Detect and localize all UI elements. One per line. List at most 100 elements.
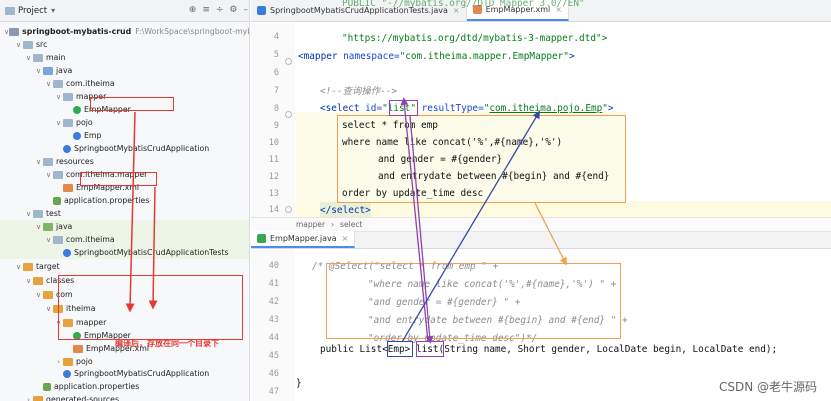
code-line-close-brace[interactable]: }	[296, 375, 302, 392]
project-icon	[5, 6, 15, 15]
tree-item-label: test	[46, 209, 61, 218]
code-line-mapper[interactable]: <mapper namespace="com.itheima.mapper.Em…	[298, 48, 575, 65]
chevron-down-icon[interactable]: ▾	[51, 6, 55, 15]
tree-item[interactable]: ∨ test	[0, 207, 249, 220]
cls-green-icon	[73, 105, 81, 114]
chevron-down-icon[interactable]: ∨	[54, 119, 63, 127]
chevron-down-icon[interactable]: ∨	[54, 93, 63, 101]
folder-orange-icon	[63, 357, 73, 366]
tree-item-label: generated-sources	[46, 395, 120, 401]
chevron-down-icon[interactable]: ∨	[24, 210, 33, 218]
chevron-right-icon[interactable]: ›	[24, 396, 33, 401]
chevron-down-icon[interactable]: ∨	[44, 236, 53, 244]
line-number: 7	[273, 86, 279, 96]
tree-item[interactable]: ∨ com.itheima	[0, 77, 249, 90]
tree-item[interactable]: › generated-sources	[0, 393, 249, 401]
chevron-down-icon[interactable]: ∨	[44, 305, 53, 313]
tree-item[interactable]: ∨ main	[0, 51, 249, 64]
tree-item[interactable]: application.properties	[0, 380, 249, 393]
folder-icon	[33, 53, 43, 62]
tree-item[interactable]: ∨ pojo	[0, 116, 249, 129]
xml-icon	[73, 344, 83, 353]
folder-icon	[63, 92, 73, 101]
line-number: 5	[273, 50, 279, 60]
highlight-source-empmapper	[90, 97, 174, 111]
tree-item[interactable]: ∨ springboot-mybatis-crud F:\WorkSpace\spr…	[0, 25, 249, 38]
breadcrumb-item[interactable]: select	[340, 220, 362, 229]
folder-icon	[23, 40, 33, 49]
tree-item-label: com.itheima	[66, 235, 115, 244]
tree-item[interactable]: ∨ src	[0, 38, 249, 51]
tree-item-label: src	[36, 40, 48, 49]
tree-item-label: java	[56, 66, 73, 75]
tree-item-label: Emp	[84, 131, 102, 140]
fold-icon[interactable]	[285, 58, 292, 65]
module-icon	[9, 27, 20, 36]
tab-label: EmpMapper.java	[270, 234, 337, 243]
chevron-down-icon[interactable]: ∨	[34, 223, 43, 231]
chevron-down-icon[interactable]: ∨	[24, 277, 33, 285]
folder-icon	[43, 157, 53, 166]
line-number: 13	[268, 189, 279, 199]
tree-item[interactable]: Emp	[0, 129, 249, 142]
tree-item-label: SpringbootMybatisCrudApplicationTests	[74, 248, 229, 257]
line-number: 11	[268, 155, 279, 165]
line-number: 8	[273, 104, 279, 114]
chevron-down-icon[interactable]: ∨	[14, 41, 23, 49]
folder-orange-icon	[23, 262, 33, 271]
tree-item[interactable]: ∨ resources	[0, 155, 249, 168]
annotation-label: 编译后，存放在同一个目录下	[115, 339, 219, 348]
close-icon[interactable]: ×	[342, 234, 349, 243]
highlight-source-xml	[80, 172, 157, 186]
chevron-down-icon[interactable]: ∨	[34, 291, 43, 299]
line-number: 10	[268, 138, 279, 148]
folder-green-icon	[43, 222, 53, 231]
chevron-right-icon[interactable]: ›	[54, 358, 63, 366]
tree-item[interactable]: ∨ java	[0, 64, 249, 77]
highlight-return-type	[387, 341, 413, 357]
globe-icon[interactable]: ⊕	[189, 5, 197, 15]
code-line-comment[interactable]: <!--查询操作-->	[320, 83, 397, 100]
chevron-down-icon[interactable]: ∨	[34, 158, 43, 166]
tree-item[interactable]: ∨ com.itheima	[0, 233, 249, 246]
tree-item[interactable]: ∨ java	[0, 220, 249, 233]
chevron-down-icon[interactable]: ∨	[24, 54, 33, 62]
tree-item-label: application.properties	[54, 382, 140, 391]
tree-item-label: springboot-mybatis-crud	[22, 27, 132, 36]
chevron-down-icon[interactable]: ∨	[44, 171, 53, 179]
highlight-java-sql	[326, 263, 621, 339]
tree-item[interactable]: SpringbootMybatisCrudApplication	[0, 142, 249, 155]
chevron-down-icon[interactable]: ∨	[14, 263, 23, 271]
code-line-doctype[interactable]: PUBLIC "-//mybatis.org//DTD Mapper 3.0//…	[342, 0, 585, 12]
prop-icon	[43, 382, 51, 391]
folder-orange-icon	[33, 395, 43, 401]
java-interface-icon	[257, 234, 266, 243]
chevron-down-icon[interactable]: ∨	[44, 80, 53, 88]
cls-icon	[63, 248, 71, 257]
tree-item-label: application.properties	[64, 196, 150, 205]
collapse-icon[interactable]: ≡	[202, 5, 210, 15]
current-line-highlight	[296, 201, 831, 218]
code-line-dtd[interactable]: "https://mybatis.org/dtd/mybatis-3-mappe…	[342, 30, 607, 47]
folder-blue-icon	[43, 66, 53, 75]
line-number: 43	[268, 315, 279, 325]
line-number: 46	[268, 369, 279, 379]
project-panel-title[interactable]: Project	[18, 6, 47, 16]
cls-icon	[63, 369, 71, 378]
folder-icon	[53, 170, 63, 179]
tree-item[interactable]: SpringbootMybatisCrudApplicationTests	[0, 246, 249, 259]
minimize-icon[interactable]: –	[244, 5, 249, 15]
line-number: 4	[273, 32, 279, 42]
fold-icon[interactable]	[285, 111, 292, 118]
gear-icon[interactable]: ⚙	[229, 5, 237, 15]
fold-icon[interactable]	[285, 206, 292, 213]
tree-item[interactable]: SpringbootMybatisCrudApplication	[0, 367, 249, 380]
expand-icon[interactable]: ÷	[216, 5, 224, 15]
chevron-down-icon[interactable]: ∨	[34, 67, 43, 75]
java-class-icon	[257, 5, 266, 15]
tree-item[interactable]: application.properties	[0, 194, 249, 207]
folder-icon	[53, 79, 63, 88]
tab-empmapper-java[interactable]: EmpMapper.java ×	[251, 231, 356, 248]
tree-item[interactable]: ∨ target	[0, 260, 249, 273]
breadcrumb-item[interactable]: mapper	[296, 220, 325, 229]
